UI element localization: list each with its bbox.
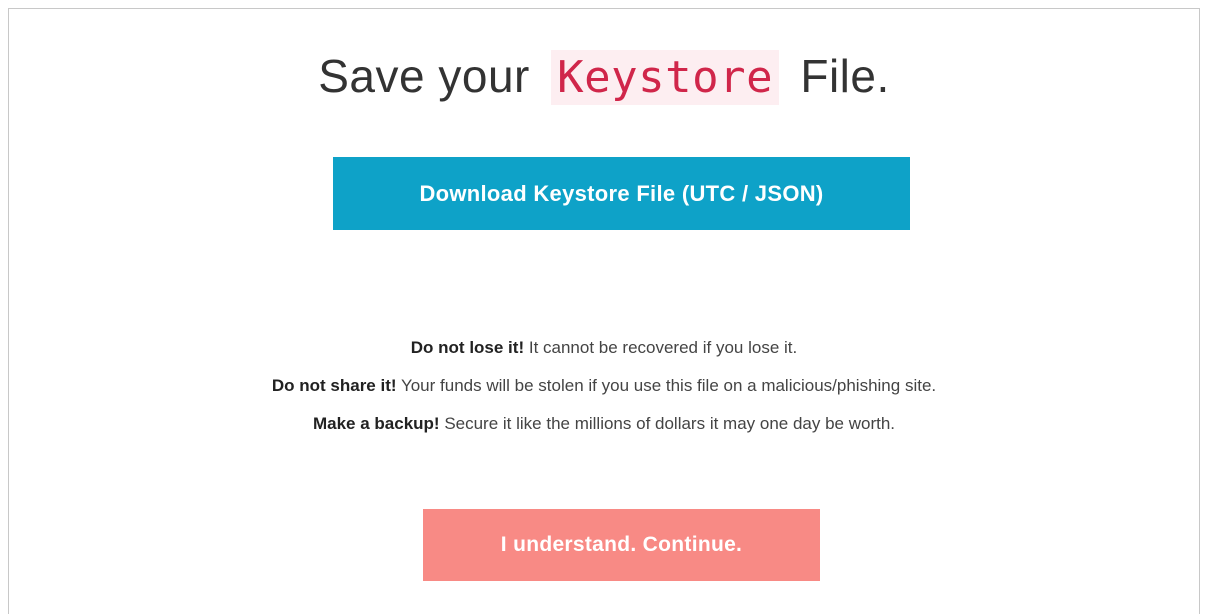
- warning-lose: Do not lose it! It cannot be recovered i…: [9, 329, 1199, 367]
- warning-share: Do not share it! Your funds will be stol…: [9, 367, 1199, 405]
- warning-backup-strong: Make a backup!: [312, 414, 440, 433]
- title-keystore-highlight: Keystore: [551, 50, 780, 105]
- warning-backup: Make a backup! Secure it like the millio…: [9, 405, 1199, 443]
- warning-share-strong: Do not share it!: [271, 376, 397, 395]
- keystore-panel: Save your Keystore File. Download Keysto…: [8, 8, 1200, 614]
- page-title: Save your Keystore File.: [9, 49, 1199, 105]
- warning-share-text: Your funds will be stolen if you use thi…: [400, 376, 937, 395]
- title-suffix: File.: [787, 50, 890, 102]
- title-prefix: Save your: [318, 50, 544, 102]
- warning-list: Do not lose it! It cannot be recovered i…: [9, 329, 1199, 443]
- download-keystore-button[interactable]: Download Keystore File (UTC / JSON): [333, 157, 910, 230]
- warning-lose-text: It cannot be recovered if you lose it.: [528, 338, 798, 357]
- warning-backup-text: Secure it like the millions of dollars i…: [444, 414, 896, 433]
- warning-lose-strong: Do not lose it!: [410, 338, 525, 357]
- continue-button[interactable]: I understand. Continue.: [423, 509, 820, 581]
